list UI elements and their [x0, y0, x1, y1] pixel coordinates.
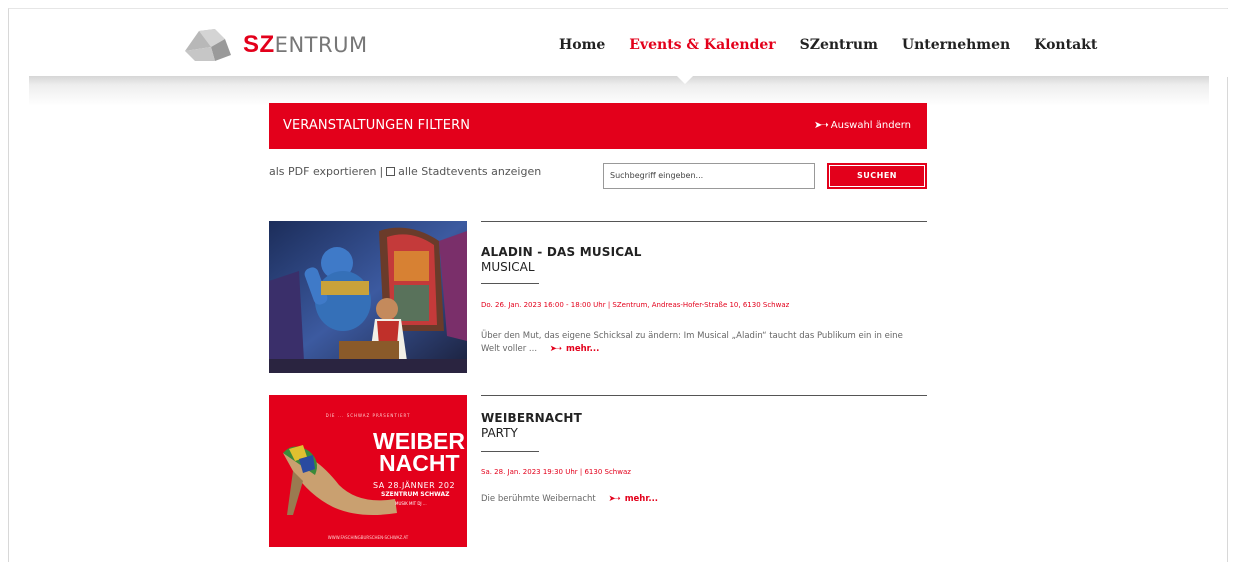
stadtevents-checkbox[interactable]: [386, 167, 396, 176]
event-date: Do. 26. Jan. 2023 16:00 - 18:00 Uhr | SZ…: [481, 301, 790, 309]
stadtevents-label[interactable]: alle Stadtevents anzeigen: [398, 165, 541, 178]
aladin-photo: [269, 221, 467, 373]
more-label: mehr...: [565, 344, 600, 354]
event-title-underline: [481, 451, 539, 452]
nav-events-kalender[interactable]: Events & Kalender: [629, 37, 775, 53]
event-image-aladin[interactable]: [269, 221, 467, 373]
event-category: MUSICAL: [481, 260, 535, 274]
double-arrow-icon: ➤➝: [814, 120, 829, 131]
event-description: Die berühmte Weibernacht ➤➝ mehr...: [481, 493, 921, 506]
pdf-export-link[interactable]: als PDF exportieren: [269, 165, 376, 178]
event-description-text: Die berühmte Weibernacht: [481, 494, 596, 504]
event-description: Über den Mut, das eigene Schicksal zu än…: [481, 330, 921, 356]
event-title[interactable]: WEIBERNACHT: [481, 411, 582, 425]
event-tools: als PDF exportieren | alle Stadtevents a…: [269, 165, 541, 178]
event-description-text: Über den Mut, das eigene Schicksal zu än…: [481, 331, 903, 354]
tools-separator: |: [379, 165, 384, 178]
logo-text: SZENTRUM: [243, 31, 368, 58]
event-image-weibernacht[interactable]: DIE ... SCHWAZ PRÄSENTIERT WEIBER NACHT …: [269, 395, 467, 547]
site-header: SZENTRUM Home Events & Kalender SZentrum…: [9, 9, 1229, 77]
logo-icon: [185, 29, 231, 61]
nav-unternehmen[interactable]: Unternehmen: [902, 37, 1010, 53]
nav-active-pointer: [677, 76, 693, 84]
logo[interactable]: SZENTRUM: [181, 25, 368, 65]
header-shadow: [29, 76, 1209, 106]
event-divider: [481, 395, 927, 396]
event-title-underline: [481, 283, 539, 284]
filter-title: VERANSTALTUNGEN FILTERN: [283, 118, 471, 133]
poster-header: DIE ... SCHWAZ PRÄSENTIERT: [325, 413, 411, 418]
more-link[interactable]: ➤➝ mehr...: [550, 344, 600, 354]
event-category: PARTY: [481, 426, 518, 440]
nav-home[interactable]: Home: [559, 37, 605, 53]
poster-title-line2: NACHT: [379, 450, 460, 476]
main-nav: Home Events & Kalender SZentrum Unterneh…: [559, 37, 1121, 53]
filter-bar: VERANSTALTUNGEN FILTERN ➤➝ Auswahl änder…: [269, 103, 927, 149]
more-label: mehr...: [624, 494, 659, 504]
search-input[interactable]: Suchbegriff eingeben...: [603, 163, 815, 189]
double-arrow-icon: ➤➝: [549, 344, 562, 354]
double-arrow-icon: ➤➝: [608, 494, 620, 504]
poster-venue: SZENTRUM SCHWAZ: [381, 491, 450, 498]
change-selection-link[interactable]: ➤➝ Auswahl ändern: [814, 120, 911, 131]
event-date: Sa. 28. Jan. 2023 19:30 Uhr | 6130 Schwa…: [481, 468, 631, 476]
event-title[interactable]: ALADIN - DAS MUSICAL: [481, 245, 642, 259]
nav-kontakt[interactable]: Kontakt: [1034, 37, 1097, 53]
event-divider: [481, 221, 927, 222]
more-link[interactable]: ➤➝ mehr...: [608, 494, 658, 504]
poster-date: SA 28.JÄNNER 202: [373, 481, 456, 490]
poster-url: WWW.FASCHINGBURSCHEN-SCHWAZ.AT: [327, 535, 409, 540]
search-button[interactable]: SUCHEN: [827, 163, 927, 189]
change-selection-label: Auswahl ändern: [830, 120, 911, 131]
nav-szentrum[interactable]: SZentrum: [800, 37, 878, 53]
poster-music: MUSIK MIT DJ ...: [395, 501, 427, 506]
poster-title-line1: WEIBER: [373, 428, 465, 454]
browser-frame: SZENTRUM Home Events & Kalender SZentrum…: [8, 8, 1229, 562]
